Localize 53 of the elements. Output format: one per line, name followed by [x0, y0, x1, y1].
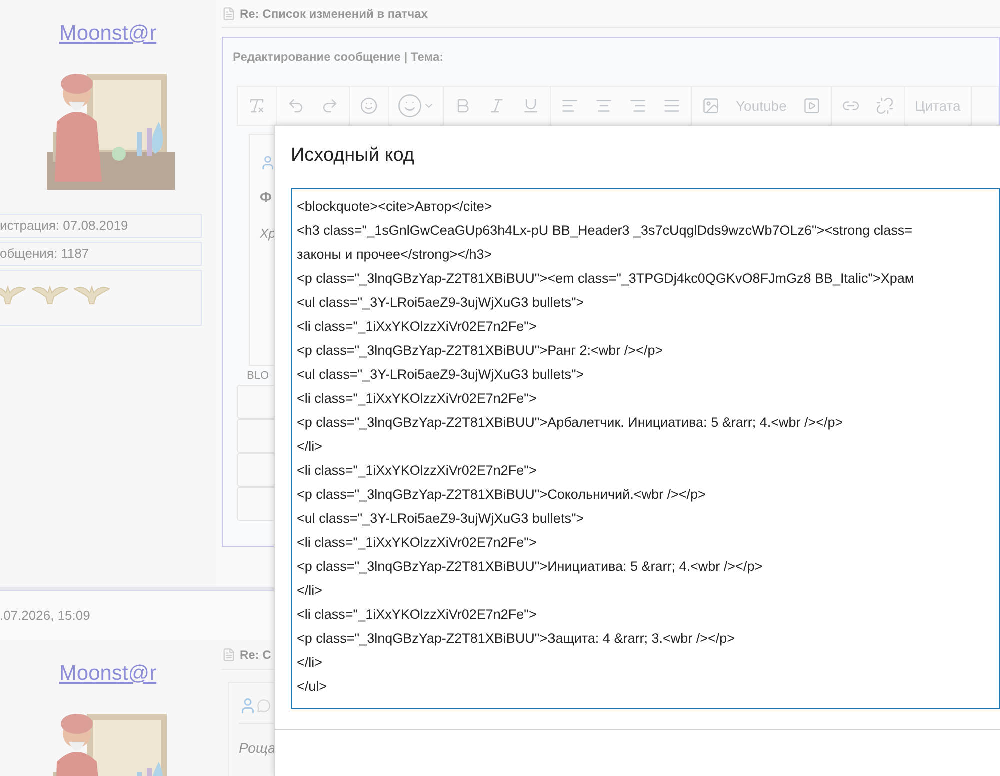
- post-title: Re: Список изменений в патчах: [240, 6, 428, 22]
- author-link[interactable]: Moonst@r: [59, 18, 157, 50]
- code-line: <li class="_1iXxYKOlzzXiVr02E7n2Fe">: [297, 462, 537, 480]
- code-line: <li class="_1iXxYKOlzzXiVr02E7n2Fe">: [297, 390, 537, 408]
- code-line: <li class="_1iXxYKOlzzXiVr02E7n2Fe">: [297, 534, 537, 552]
- code-line: <ul class="_3Y-LRoi5aeZ9-3ujWjXuG3 bullets">: [297, 366, 584, 384]
- code-line: <ul class="_3Y-LRoi5aeZ9-3ujWjXuG3 bullets">: [297, 510, 584, 528]
- code-line: <p class="_3lnqGBzYap-Z2T81XBiBUU">Защита: 4 &rarr; 3.<wbr /></p>: [297, 630, 735, 648]
- code-line: </li>: [297, 438, 323, 456]
- align-left-icon: [561, 97, 579, 115]
- content-text: Ф: [260, 188, 273, 207]
- play-icon: [802, 97, 821, 115]
- code-line: </li>: [297, 654, 323, 672]
- code-line: <p class="_3lnqGBzYap-Z2T81XBiBUU">Ранг 2:<wbr /></p>: [297, 342, 664, 360]
- code-line: <blockquote><cite>Автор</cite>: [297, 198, 492, 216]
- dialog-title: Исходный код: [291, 144, 416, 168]
- code-line: </li>: [297, 582, 323, 600]
- redo-icon: [321, 97, 339, 115]
- registration-info: истрация: 07.08.2019: [0, 214, 202, 238]
- code-line: </ul>: [297, 678, 328, 696]
- image-icon: [702, 97, 720, 115]
- code-line: <li class="_1iXxYKOlzzXiVr02E7n2Fe">: [297, 318, 537, 336]
- underline-icon: [522, 97, 540, 115]
- element-path: BLO: [247, 369, 270, 384]
- align-center-icon: [595, 97, 613, 115]
- code-line: <p class="_3lnqGBzYap-Z2T81XBiBUU">Арбалетчик. Инициатива: 5 &rarr; 4.<wbr /></p>: [297, 414, 844, 432]
- clear-format-icon: [248, 97, 266, 115]
- smiley-icon: [360, 97, 378, 115]
- author-link[interactable]: Moonst@r: [59, 658, 157, 690]
- editor-header: Редактирование сообщение | Тема:: [233, 49, 445, 66]
- undo-icon: [287, 97, 305, 115]
- user-icon: [239, 697, 257, 715]
- smiley-icon: [397, 93, 423, 119]
- code-line: <p class="_3lnqGBzYap-Z2T81XBiBUU"><em class="_3TPGDj4kc0QGKvO8FJmGz8 BB_Italic">Храм: [297, 270, 914, 288]
- unlink-icon: [876, 97, 894, 115]
- code-line: <ul class="_3Y-LRoi5aeZ9-3ujWjXuG3 bullets">: [297, 294, 584, 312]
- justify-icon: [663, 97, 681, 115]
- code-line: <p class="_3lnqGBzYap-Z2T81XBiBUU">Инициатива: 5 &rarr; 4.<wbr /></p>: [297, 558, 763, 576]
- code-textarea[interactable]: [291, 188, 1000, 708]
- post-text: Роща: [239, 739, 277, 758]
- document-icon: [222, 6, 236, 20]
- speech-bubble-icon: [257, 699, 271, 713]
- user-icon: [260, 155, 276, 171]
- align-right-icon: [629, 97, 647, 115]
- code-line: <p class="_3lnqGBzYap-Z2T81XBiBUU">Сокольничий.<wbr /></p>: [297, 486, 706, 504]
- code-line: <h3 class="_1sGnlGwCeaGUp63h4Lx-pU BB_Header3 _3s7cUqglDds9wzcWb7OLz6"><strong class=: [297, 222, 913, 240]
- document-icon: [222, 648, 236, 662]
- messages-info: общения: 1187: [0, 242, 202, 266]
- post-title: Re: С: [240, 646, 272, 664]
- code-line: законы и прочее</strong></h3>: [297, 246, 492, 264]
- code-line: <li class="_1iXxYKOlzzXiVr02E7n2Fe">: [297, 606, 537, 624]
- post-date: .07.2026, 15:09: [0, 606, 90, 625]
- italic-icon: [488, 97, 506, 115]
